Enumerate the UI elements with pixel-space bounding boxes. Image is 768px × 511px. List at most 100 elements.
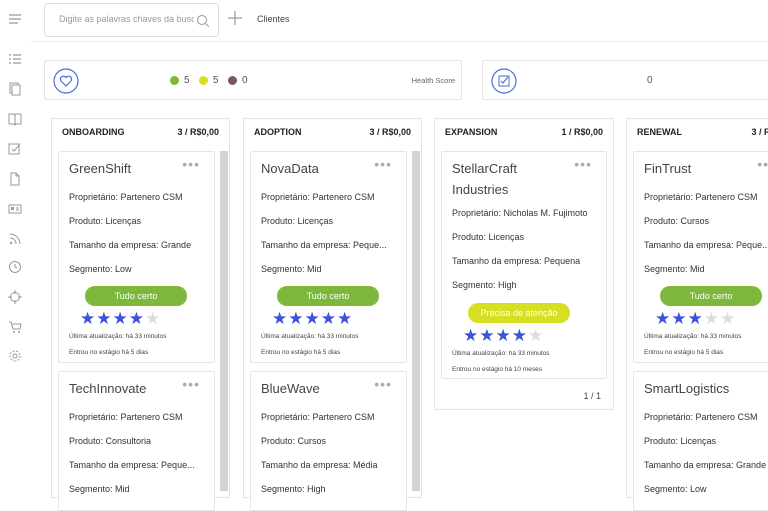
star-icon[interactable]: ★ — [113, 310, 128, 327]
column-header: RENEWAL 3 / R$0,00 — [637, 127, 768, 137]
stage-time: Entrou no estágio há 5 dias — [644, 349, 724, 356]
card-segment: Segmento: Mid — [69, 484, 130, 494]
id-card-icon[interactable] — [8, 202, 22, 216]
star-icon[interactable]: ★ — [288, 310, 303, 327]
clock-icon[interactable] — [8, 260, 22, 274]
last-updated: Última atualização: há 33 minutos — [69, 333, 167, 340]
card-title[interactable]: TechInnovate — [69, 378, 179, 399]
card-size: Tamanho da empresa: Peque... — [261, 240, 387, 250]
more-options-icon[interactable]: ••• — [757, 156, 768, 172]
copy-icon[interactable] — [8, 82, 22, 96]
card-greenshift[interactable]: GreenShift ••• Proprietário: Partenero C… — [58, 151, 215, 363]
star-icon[interactable]: ★ — [80, 310, 95, 327]
rating-stars[interactable]: ★★★★★ — [463, 327, 544, 344]
card-title[interactable]: FinTrust — [644, 158, 754, 179]
list-icon[interactable] — [8, 52, 22, 66]
card-title[interactable]: NovaData — [261, 158, 371, 179]
card-product: Produto: Cursos — [261, 436, 327, 446]
column-header: ONBOARDING 3 / R$0,00 — [62, 127, 219, 137]
star-icon[interactable]: ★ — [145, 310, 160, 327]
last-updated: Última atualização: há 33 minutos — [452, 350, 550, 357]
card-techinnovate[interactable]: TechInnovate ••• Proprietário: Partenero… — [58, 371, 215, 511]
star-icon[interactable]: ★ — [528, 327, 543, 344]
column-count: 3 / R$0,00 — [751, 127, 768, 137]
star-icon[interactable]: ★ — [704, 310, 719, 327]
column-count: 3 / R$0,00 — [369, 127, 411, 137]
column-renewal: RENEWAL 3 / R$0,00 FinTrust ••• Proprietá… — [626, 118, 768, 511]
column-name: EXPANSION — [445, 127, 498, 137]
star-icon[interactable]: ★ — [479, 327, 494, 344]
scrollbar[interactable] — [220, 151, 228, 491]
star-icon[interactable]: ★ — [688, 310, 703, 327]
column-count: 1 / R$0,00 — [561, 127, 603, 137]
card-product: Produto: Licenças — [452, 232, 525, 242]
more-options-icon[interactable]: ••• — [374, 376, 392, 392]
menu-icon[interactable] — [8, 12, 22, 26]
file-icon[interactable] — [8, 172, 22, 186]
star-icon[interactable]: ★ — [463, 327, 478, 344]
health-score-label: Health Score — [411, 76, 455, 85]
column-expansion: EXPANSION 1 / R$0,00 StellarCraft Industr… — [434, 118, 614, 410]
status-badge[interactable]: Precisa de atenção — [468, 303, 570, 323]
more-options-icon[interactable]: ••• — [182, 156, 200, 172]
star-icon[interactable]: ★ — [671, 310, 686, 327]
star-icon[interactable]: ★ — [96, 310, 111, 327]
star-icon[interactable]: ★ — [720, 310, 735, 327]
card-bluewave[interactable]: BlueWave ••• Proprietário: Partenero CSM… — [250, 371, 407, 511]
scrollbar[interactable] — [412, 151, 420, 491]
card-title[interactable]: StellarCraft Industries — [452, 158, 562, 200]
card-size: Tamanho da empresa: Média — [261, 460, 378, 470]
health-score-panel: 5 5 0 Health Score — [44, 60, 462, 100]
status-badge[interactable]: Tudo certo — [85, 286, 187, 306]
top-bar: Clientes — [30, 0, 768, 42]
rating-stars[interactable]: ★★★★★ — [80, 310, 161, 327]
card-product: Produto: Cursos — [644, 216, 710, 226]
card-owner: Proprietário: Partenero CSM — [644, 192, 758, 202]
card-smartlogistics[interactable]: SmartLogistics Proprietário: Partenero C… — [633, 371, 768, 511]
card-product: Produto: Consultoria — [69, 436, 152, 446]
star-icon[interactable]: ★ — [337, 310, 352, 327]
star-icon[interactable]: ★ — [496, 327, 511, 344]
gear-icon[interactable] — [8, 349, 22, 363]
star-icon[interactable]: ★ — [272, 310, 287, 327]
cart-icon[interactable] — [8, 320, 22, 334]
more-options-icon[interactable]: ••• — [374, 156, 392, 172]
book-icon[interactable] — [8, 112, 22, 126]
search-icon[interactable] — [196, 14, 210, 28]
clientes-link[interactable]: Clientes — [257, 14, 290, 24]
star-icon[interactable]: ★ — [129, 310, 144, 327]
search-box — [44, 3, 219, 37]
star-icon[interactable]: ★ — [305, 310, 320, 327]
add-icon[interactable] — [227, 10, 243, 26]
card-title[interactable]: BlueWave — [261, 378, 371, 399]
more-options-icon[interactable]: ••• — [182, 376, 200, 392]
star-icon[interactable]: ★ — [655, 310, 670, 327]
checkbox-icon[interactable] — [8, 142, 22, 156]
star-icon[interactable]: ★ — [321, 310, 336, 327]
green-status-dot — [170, 76, 179, 85]
card-owner: Proprietário: Partenero CSM — [69, 192, 183, 202]
column-onboarding: ONBOARDING 3 / R$0,00 GreenShift ••• Prop… — [51, 118, 230, 511]
card-title[interactable]: GreenShift — [69, 158, 179, 179]
search-input[interactable] — [59, 14, 194, 24]
rss-icon[interactable] — [8, 232, 22, 246]
card-segment: Segmento: Low — [644, 484, 707, 494]
card-owner: Proprietário: Partenero CSM — [69, 412, 183, 422]
crosshair-icon[interactable] — [8, 290, 22, 304]
card-title[interactable]: SmartLogistics — [644, 378, 754, 399]
last-updated: Última atualização: há 33 minutos — [261, 333, 359, 340]
stage-time: Entrou no estágio há 5 dias — [261, 349, 341, 356]
status-badge[interactable]: Tudo certo — [660, 286, 762, 306]
yellow-count: 5 — [213, 75, 219, 86]
card-fintrust[interactable]: FinTrust ••• Proprietário: Partenero CSM… — [633, 151, 768, 363]
card-size: Tamanho da empresa: Grande — [644, 460, 767, 470]
more-options-icon[interactable]: ••• — [574, 156, 592, 172]
card-size: Tamanho da empresa: Pequena — [452, 256, 581, 266]
rating-stars[interactable]: ★★★★★ — [655, 310, 736, 327]
card-novadata[interactable]: NovaData ••• Proprietário: Partenero CSM… — [250, 151, 407, 363]
last-updated: Última atualização: há 33 minutos — [644, 333, 742, 340]
card-stellarcraft[interactable]: StellarCraft Industries ••• Proprietário… — [441, 151, 607, 379]
star-icon[interactable]: ★ — [512, 327, 527, 344]
status-badge[interactable]: Tudo certo — [277, 286, 379, 306]
rating-stars[interactable]: ★★★★★ — [272, 310, 353, 327]
